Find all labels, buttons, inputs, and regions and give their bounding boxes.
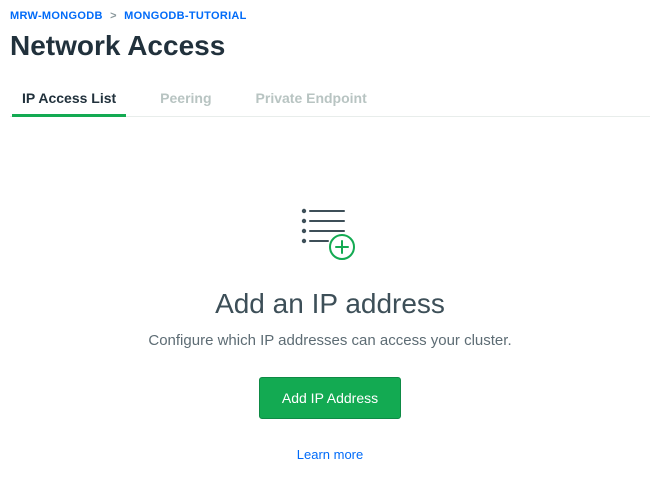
- empty-state: Add an IP address Configure which IP add…: [10, 117, 650, 462]
- learn-more-link[interactable]: Learn more: [10, 447, 650, 462]
- add-ip-address-button[interactable]: Add IP Address: [259, 377, 401, 419]
- breadcrumb-separator: >: [110, 10, 117, 22]
- breadcrumb-item[interactable]: MONGODB-TUTORIAL: [124, 10, 247, 22]
- empty-state-subtitle: Configure which IP addresses can access …: [10, 332, 650, 349]
- breadcrumb-project[interactable]: MRW-MONGODB: [10, 10, 103, 22]
- page-title: Network Access: [10, 30, 650, 62]
- ip-list-icon: [298, 207, 362, 268]
- empty-state-title: Add an IP address: [10, 288, 650, 320]
- tab-private-endpoint[interactable]: Private Endpoint: [252, 84, 371, 116]
- tab-peering[interactable]: Peering: [156, 84, 215, 116]
- tab-ip-access-list[interactable]: IP Access List: [18, 84, 120, 116]
- breadcrumb: MRW-MONGODB > MONGODB-TUTORIAL: [10, 10, 650, 22]
- tabs: IP Access List Peering Private Endpoint: [10, 84, 650, 117]
